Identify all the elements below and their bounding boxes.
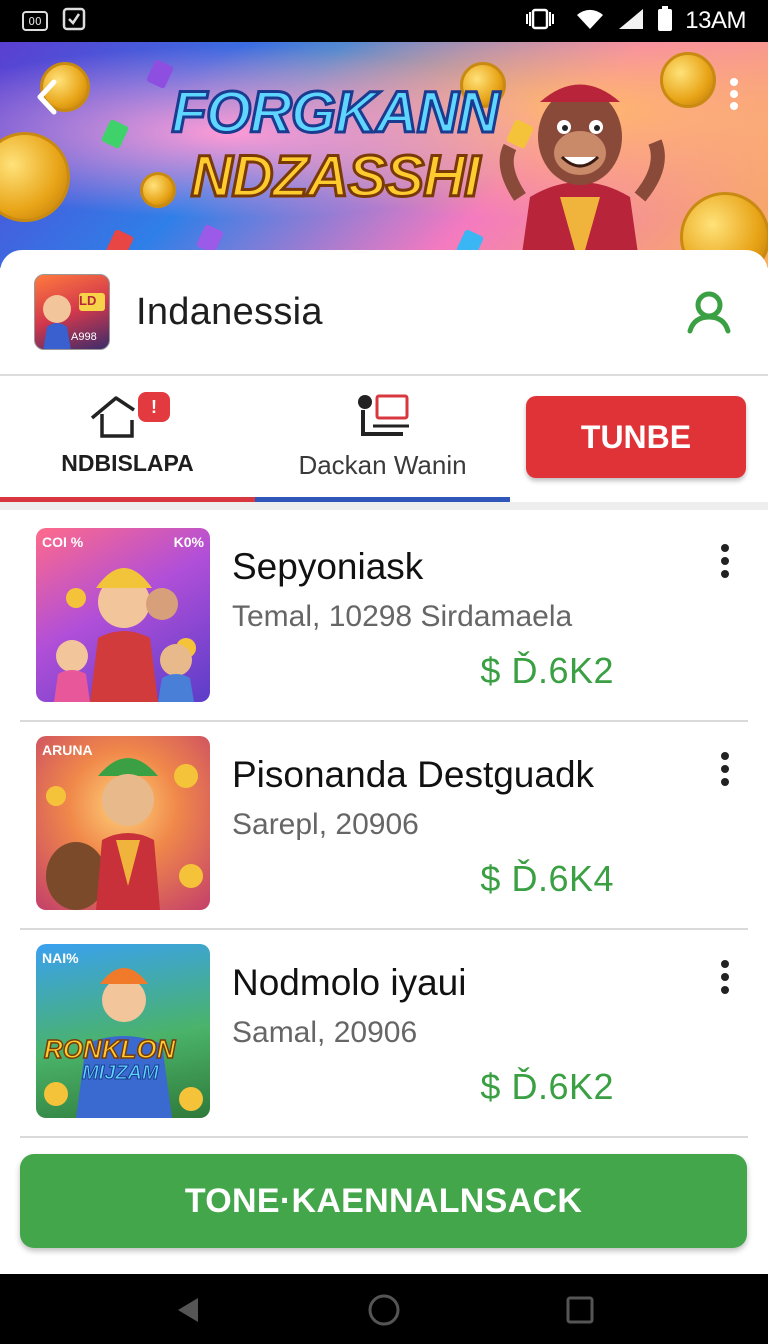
tunbe-button[interactable]: TUNBE [526,396,746,478]
app-icon-badge-text: LD [79,293,97,308]
battery-icon [657,5,673,37]
item-subtitle: Sarepl, 20906 [232,808,419,841]
app-card: LD A998 Indanessia ! NDBISLAPA Dackan Wa… [0,250,768,1274]
checkbox-notification-icon [62,7,86,36]
game-thumbnail-image: NAI% RONKLON MIJZAM [36,944,210,1118]
chevron-left-icon [37,79,57,115]
thumbnail-tag: COI % [42,534,84,550]
tab-label: NDBISLAPA [61,450,194,476]
thumbnail-logo-text: RONKLON [43,1033,176,1065]
tab-ndbislapa[interactable]: ! NDBISLAPA [0,378,255,502]
item-price: $ Ď.6K4 [480,858,614,899]
status-time: 13AM [685,7,746,34]
wifi-icon [575,7,605,36]
laptop-user-icon [358,394,409,436]
item-price: $ Ď.6K2 [480,650,614,691]
user-icon [687,291,731,334]
app-name: Indanessia [136,290,323,333]
banner-title: FORGKANN NDZASSHI [170,80,501,209]
coin-decoration [0,132,70,222]
circle-home-icon [368,1294,400,1326]
item-subtitle: Temal, 10298 Sirdamaela [232,600,573,633]
tab-divider [0,502,768,510]
item-title: Sepyoniask [232,546,424,587]
game-thumbnail-image: COI % K0% [36,528,210,702]
profile-button[interactable] [684,287,734,337]
overflow-menu-button[interactable] [724,74,744,114]
game-thumbnail-image: ARUNA [36,736,210,910]
system-navigation-bar [0,1274,768,1344]
signal-icon [617,7,645,36]
back-button[interactable] [28,72,68,122]
item-more-button[interactable] [718,544,732,580]
alert-badge: ! [138,392,170,422]
vibrate-icon [523,8,563,35]
nav-back-button[interactable] [170,1292,206,1328]
nav-recents-button[interactable] [562,1292,598,1328]
more-vertical-icon [718,752,732,786]
item-price: $ Ď.6K2 [480,1066,614,1107]
notification-icon: OO [22,11,48,31]
list-item[interactable]: NAI% RONKLON MIJZAM Nodmolo iyaui Samal,… [20,930,748,1138]
thumbnail-tag: K0% [173,534,204,550]
app-icon-image: LD A998 [34,274,110,350]
app-icon-small-text: A998 [71,331,97,343]
item-title: Pisonanda Destguadk [232,754,595,795]
item-title: Nodmolo iyaui [232,962,467,1003]
tab-bar: ! NDBISLAPA Dackan Wanin TUNBE [0,378,768,510]
tab-label: Dackan Wanin [298,450,467,480]
item-more-button[interactable] [718,960,732,996]
triangle-back-icon [178,1298,198,1322]
thumbnail-logo-text: MIJZAM [82,1062,160,1085]
gem-decoration [100,118,130,150]
app-header: LD A998 Indanessia [0,250,768,376]
item-subtitle: Samal, 20906 [232,1016,418,1049]
mascot-character-image [499,84,665,268]
primary-action-button[interactable]: TONE·KAENNALNSACK [20,1154,747,1248]
more-vertical-icon [730,78,738,110]
more-vertical-icon [718,960,732,994]
banner-title-line-1: FORGKANN [170,80,501,145]
more-vertical-icon [718,544,732,578]
square-recents-icon [566,1296,594,1324]
game-list: COI % K0% Sepyoniask Temal, 10298 Sirdam… [0,514,768,1138]
tab-dackan-wanin[interactable]: Dackan Wanin [255,378,510,502]
status-bar: OO 13AM [0,0,768,42]
thumbnail-tag: NAI% [42,950,79,966]
hero-banner: FORGKANN NDZASSHI [0,42,768,268]
banner-title-line-2: NDZASSHI [189,144,481,209]
nav-home-button[interactable] [366,1292,402,1328]
thumbnail-tag: ARUNA [42,742,93,758]
item-more-button[interactable] [718,752,732,788]
list-item[interactable]: ARUNA Pisonanda Destguadk Sarepl, 20906 … [20,722,748,930]
list-item[interactable]: COI % K0% Sepyoniask Temal, 10298 Sirdam… [20,514,748,722]
